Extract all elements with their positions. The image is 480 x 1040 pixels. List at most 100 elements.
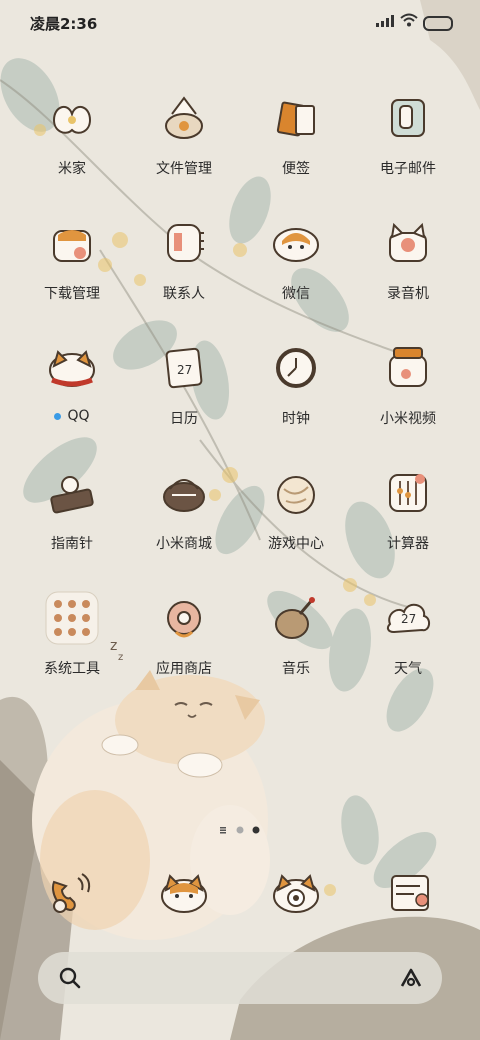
mijia-flower-icon [52, 105, 92, 134]
system-tools-folder-icon [45, 591, 99, 645]
app-label-text: 计算器 [387, 536, 429, 552]
calendar-icon: 27 [165, 347, 203, 389]
app-label-text: 米家 [58, 161, 86, 177]
app-system-tools-folder[interactable]: 系统工具 [16, 590, 128, 700]
app-wechat-cat[interactable]: 微信 [240, 215, 352, 325]
app-weather-cloud[interactable]: 27 天气 [352, 590, 464, 700]
app-video-jar[interactable]: 小米视频 [352, 340, 464, 450]
app-calendar[interactable]: 27 日历 [128, 340, 240, 450]
pager-dot-active [252, 826, 260, 834]
app-email-cup[interactable]: 电子邮件 [352, 90, 464, 200]
app-label: 小米视频 [352, 408, 464, 428]
page-indicator [220, 826, 260, 834]
browser-scroll-icon[interactable] [382, 864, 438, 920]
status-bar: 凌晨2:36 [0, 0, 480, 44]
app-label-text: 下载管理 [44, 286, 100, 302]
status-time: 凌晨2:36 [30, 15, 98, 33]
app-label-text: 小米商城 [156, 536, 212, 552]
app-label-text: QQ [67, 408, 90, 424]
icon-text: 27 [177, 363, 192, 377]
app-label-text: 小米视频 [380, 411, 436, 427]
app-notes-tag[interactable]: 便签 [240, 90, 352, 200]
notes-tag-icon [276, 101, 315, 137]
app-download-cat[interactable]: 下载管理 [16, 215, 128, 325]
app-label-text: 联系人 [163, 286, 205, 302]
camera-cat-icon[interactable] [268, 864, 324, 920]
app-file-manager-basket[interactable]: 文件管理 [128, 90, 240, 200]
game-ball-icon [277, 476, 315, 514]
mall-basket-icon [163, 479, 205, 512]
app-compass-tray[interactable]: 指南针 [16, 465, 128, 575]
app-store-donut-icon [167, 601, 201, 638]
calculator-abacus-icon [389, 474, 427, 512]
app-contacts-book[interactable]: 联系人 [128, 215, 240, 325]
qq-cat-icon [49, 350, 95, 387]
app-label: 指南针 [16, 533, 128, 553]
app-mall-basket[interactable]: 小米商城 [128, 465, 240, 575]
app-clock[interactable]: 时钟 [240, 340, 352, 450]
wifi-icon [400, 13, 418, 27]
app-label: 音乐 [240, 658, 352, 678]
app-label: 微信 [240, 283, 352, 303]
app-label: 时钟 [240, 408, 352, 428]
app-label-text: 文件管理 [156, 161, 212, 177]
app-label: 小米商城 [128, 533, 240, 553]
battery-icon [423, 16, 453, 31]
app-label-text: 应用商店 [156, 661, 212, 677]
app-label-text: 时钟 [282, 411, 310, 427]
new-badge-dot [54, 412, 62, 420]
app-recorder-cat[interactable]: 录音机 [352, 215, 464, 325]
app-music-pipa[interactable]: 音乐 [240, 590, 352, 700]
assistant-icon[interactable] [398, 966, 424, 990]
pager-dot [236, 826, 244, 834]
weather-cloud-icon: 27 [386, 603, 430, 634]
app-mijia-flower[interactable]: 米家 [16, 90, 128, 200]
app-label: 系统工具 [16, 658, 128, 678]
recorder-cat-icon [389, 222, 427, 262]
download-cat-icon [53, 230, 91, 262]
phone-icon[interactable] [44, 864, 100, 920]
video-jar-icon [389, 347, 427, 387]
dock [0, 864, 480, 928]
app-label: 天气 [352, 658, 464, 678]
app-label: 便签 [240, 158, 352, 178]
app-label: 应用商店 [128, 658, 240, 678]
email-cup-icon [391, 99, 425, 137]
file-manager-basket-icon [165, 96, 203, 139]
app-label: 联系人 [128, 283, 240, 303]
app-label-text: 便签 [282, 161, 310, 177]
app-label: 米家 [16, 158, 128, 178]
messages-cat-icon[interactable] [156, 864, 212, 920]
app-app-store-donut[interactable]: 应用商店 [128, 590, 240, 700]
app-label: 计算器 [352, 533, 464, 553]
app-label: 日历 [128, 408, 240, 428]
app-qq-cat[interactable]: QQ [16, 340, 128, 450]
app-game-ball[interactable]: 游戏中心 [240, 465, 352, 575]
compass-tray-icon [50, 476, 94, 514]
app-label-text: 系统工具 [44, 661, 100, 677]
clock-icon [276, 348, 316, 388]
app-label-text: 指南针 [51, 536, 93, 552]
wechat-cat-icon [273, 228, 319, 262]
app-label: 下载管理 [16, 283, 128, 303]
app-label: 文件管理 [128, 158, 240, 178]
signal-icon [376, 15, 394, 27]
app-label-text: 日历 [170, 411, 198, 427]
music-pipa-icon [275, 597, 315, 639]
app-label: 游戏中心 [240, 533, 352, 553]
app-calculator-abacus[interactable]: 计算器 [352, 465, 464, 575]
contacts-book-icon [167, 224, 204, 262]
app-label-text: 天气 [394, 661, 422, 677]
pager-list-icon [220, 827, 226, 834]
app-label: 录音机 [352, 283, 464, 303]
app-label-text: 录音机 [387, 286, 429, 302]
app-label: QQ [16, 408, 128, 424]
app-label-text: 微信 [282, 286, 310, 302]
search-icon[interactable] [58, 966, 82, 990]
icon-text: 27 [401, 612, 416, 626]
app-label-text: 电子邮件 [380, 161, 436, 177]
search-bar[interactable] [38, 952, 442, 1004]
app-label-text: 音乐 [282, 661, 310, 677]
app-label-text: 游戏中心 [268, 536, 324, 552]
app-label: 电子邮件 [352, 158, 464, 178]
